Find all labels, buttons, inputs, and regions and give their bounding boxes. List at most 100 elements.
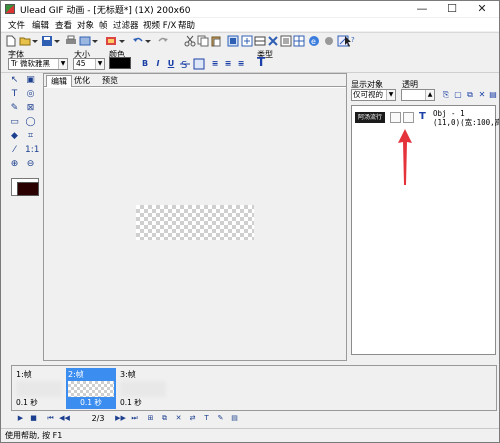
- delete-frame-icon[interactable]: ✕: [173, 413, 184, 424]
- undo-dropdown-icon[interactable]: [145, 35, 151, 47]
- tab-edit[interactable]: 编辑: [46, 75, 72, 87]
- duplicate-icon[interactable]: [241, 35, 253, 47]
- pointer-tool-icon[interactable]: ↖: [9, 75, 20, 86]
- grid-icon[interactable]: [293, 35, 305, 47]
- underline-button[interactable]: U: [166, 58, 176, 69]
- menu-edit[interactable]: 编辑: [32, 19, 49, 31]
- italic-button[interactable]: I: [153, 58, 163, 69]
- lasso-tool-icon[interactable]: ◎: [25, 89, 36, 100]
- open-file-icon[interactable]: [19, 35, 31, 47]
- play-icon[interactable]: ▶: [15, 413, 26, 424]
- redo-icon[interactable]: [157, 35, 169, 47]
- help-icon[interactable]: ?: [343, 35, 357, 47]
- menu-filter[interactable]: 过滤器: [113, 19, 139, 31]
- new-file-icon[interactable]: [5, 35, 17, 47]
- align-center-button[interactable]: ≡: [223, 58, 233, 69]
- frame-export-icon[interactable]: ▤: [229, 413, 240, 424]
- properties-icon[interactable]: [280, 35, 292, 47]
- paste-icon[interactable]: [210, 35, 222, 47]
- text-type-icon[interactable]: T: [257, 55, 265, 69]
- ellipse-tool-icon[interactable]: ◯: [25, 117, 36, 128]
- object-delete-icon[interactable]: ✕: [477, 90, 487, 100]
- save-dropdown-icon[interactable]: [54, 35, 60, 47]
- tab-optimize[interactable]: 优化: [70, 75, 94, 87]
- crop-tool-icon[interactable]: ⌗: [25, 131, 36, 142]
- close-button[interactable]: ✕: [467, 1, 497, 17]
- save-icon[interactable]: [41, 35, 53, 47]
- menu-object[interactable]: 对象: [77, 19, 94, 31]
- align-left-button[interactable]: ≡: [210, 58, 220, 69]
- menu-view[interactable]: 查看: [55, 19, 72, 31]
- font-select[interactable]: Tr 微软雅黑 ▼: [8, 58, 68, 70]
- font-size-select[interactable]: 45 ▼: [73, 58, 105, 70]
- menu-file[interactable]: 文件: [8, 19, 25, 31]
- strikethrough-icon[interactable]: S: [179, 58, 191, 70]
- minimize-button[interactable]: —: [407, 1, 437, 17]
- open-dropdown-icon[interactable]: [32, 35, 38, 47]
- cut-icon[interactable]: [184, 35, 196, 47]
- menu-help[interactable]: 帮助: [178, 19, 195, 31]
- object-visible-checkbox[interactable]: [390, 112, 401, 123]
- frame-properties-icon[interactable]: ✎: [215, 413, 226, 424]
- image-canvas[interactable]: [136, 205, 254, 240]
- editor-tabs: 编辑 优化 预览: [44, 74, 346, 87]
- last-frame-icon[interactable]: ⏭: [129, 413, 140, 424]
- text-object-icon: T: [419, 111, 426, 122]
- object-properties-icon[interactable]: ⎘: [441, 90, 451, 100]
- tween-icon[interactable]: ⇄: [187, 413, 198, 424]
- object-name: Obj - 1: [433, 109, 465, 118]
- export-icon[interactable]: [79, 35, 91, 47]
- export-dropdown-icon[interactable]: [92, 35, 98, 47]
- frame-item[interactable]: 1:帧 0.1 秒: [14, 368, 64, 409]
- zoom-in-tool-icon[interactable]: ⊕: [9, 159, 20, 170]
- object-merge-icon[interactable]: ⧉: [465, 90, 475, 100]
- copy-icon[interactable]: [197, 35, 209, 47]
- actual-size-tool-icon[interactable]: 1:1: [25, 145, 39, 156]
- frame-counter: 2/3: [91, 414, 105, 423]
- eyedropper-tool-icon[interactable]: ⁄: [9, 145, 20, 156]
- print-icon[interactable]: [65, 35, 77, 47]
- next-frame-icon[interactable]: ▶▶: [115, 413, 126, 424]
- web-icon[interactable]: e: [308, 35, 320, 47]
- first-frame-icon[interactable]: ⏮: [45, 413, 56, 424]
- previous-frame-icon[interactable]: ◀◀: [59, 413, 70, 424]
- brush-tool-icon[interactable]: ✎: [9, 103, 20, 114]
- text-effect-icon[interactable]: [193, 58, 205, 70]
- visibility-select[interactable]: 仅可视的 ▼: [351, 89, 396, 101]
- object-lock-icon[interactable]: ▤: [488, 90, 498, 100]
- undo-icon[interactable]: [132, 35, 144, 47]
- maximize-button[interactable]: ☐: [437, 1, 467, 17]
- text-banner-icon[interactable]: T: [201, 413, 212, 424]
- text-color-swatch[interactable]: [109, 57, 131, 69]
- eraser-tool-icon[interactable]: ⊠: [25, 103, 36, 114]
- frame-item-selected[interactable]: 2:帧 0.1 秒: [66, 368, 116, 409]
- main-toolbar: e ?: [1, 32, 499, 49]
- select-tool-icon[interactable]: ▣: [25, 75, 36, 86]
- frame-add-icon[interactable]: [227, 35, 239, 47]
- align-right-button[interactable]: ≡: [236, 58, 246, 69]
- layer-icon[interactable]: [254, 35, 266, 47]
- opacity-input[interactable]: ▲: [401, 89, 435, 101]
- title-bar[interactable]: Ulead GIF 动画 - [无标题*] (1X) 200x60 — ☐ ✕: [1, 1, 499, 17]
- image-dropdown-icon[interactable]: [119, 35, 125, 47]
- delete-icon[interactable]: [267, 35, 279, 47]
- duplicate-frame-icon[interactable]: ⧉: [159, 413, 170, 424]
- bold-button[interactable]: B: [140, 58, 150, 69]
- rect-tool-icon[interactable]: ▭: [9, 117, 20, 128]
- image-edit-icon[interactable]: [105, 35, 117, 47]
- object-lock-checkbox[interactable]: [403, 112, 414, 123]
- text-tool-icon[interactable]: T: [9, 89, 20, 100]
- menu-video-fx[interactable]: 视频 F/X: [143, 19, 176, 31]
- canvas-area[interactable]: [44, 88, 346, 360]
- fill-tool-icon[interactable]: ◆: [9, 131, 20, 142]
- stop-icon[interactable]: ■: [28, 413, 39, 424]
- zoom-out-tool-icon[interactable]: ⊖: [25, 159, 36, 170]
- menu-frame[interactable]: 帧: [99, 19, 108, 31]
- crop-icon[interactable]: [323, 35, 335, 47]
- tab-preview[interactable]: 预览: [98, 75, 122, 87]
- frame-item[interactable]: 3:帧 0.1 秒: [118, 368, 168, 409]
- foreground-color-swatch[interactable]: [17, 182, 39, 196]
- add-frame-icon[interactable]: ⊞: [145, 413, 156, 424]
- object-new-icon[interactable]: ▢: [453, 90, 463, 100]
- object-row[interactable]: 阿汤流行 T Obj - 1 (11,0)(宽:100,高:: [352, 106, 499, 130]
